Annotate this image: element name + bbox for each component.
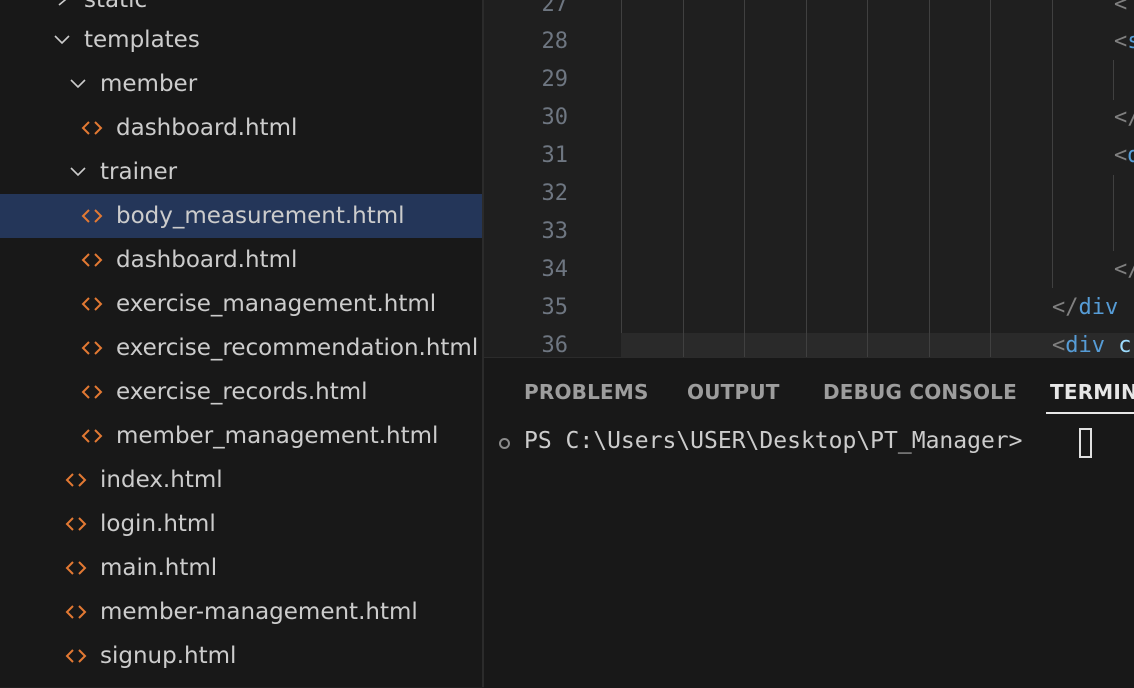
tree-file-label: signup.html [100,643,237,669]
html-file-icon [80,326,104,370]
tree-folder-label: trainer [100,159,178,185]
tree-file-signup[interactable]: signup.html [0,634,482,678]
active-tab-indicator [1046,412,1134,414]
html-file-icon [80,194,104,238]
tree-file-label: exercise_records.html [116,379,368,405]
tree-file-label: dashboard.html [116,115,298,141]
chevron-down-icon [66,150,90,194]
terminal-cursor [1079,428,1092,458]
tree-file-label: login.html [100,511,216,537]
tree-file-label: index.html [100,467,223,493]
tree-folder-templates[interactable]: templates [0,18,482,62]
line-number: 32 [541,181,569,206]
code-token: c [1118,333,1132,357]
tab-terminal[interactable]: TERMIN [1050,380,1134,404]
tree-file-exercise-recommendation[interactable]: exercise_recommendation.html [0,326,482,370]
code-line-34: </ [1114,251,1134,289]
tree-file-member-management-root[interactable]: member-management.html [0,590,482,634]
tree-folder-trainer[interactable]: trainer [0,150,482,194]
indent-guide [1052,0,1053,288]
html-file-icon [80,282,104,326]
tree-file-exercise-management[interactable]: exercise_management.html [0,282,482,326]
explorer-sidebar: static templates member dashboard.html t… [0,0,482,687]
html-file-icon [80,370,104,414]
code-token: </ [1114,105,1134,130]
html-file-icon [80,238,104,282]
html-file-icon [64,590,88,634]
tree-folder-label: member [100,71,198,97]
tree-file-member-management[interactable]: member_management.html [0,414,482,458]
html-file-icon [64,502,88,546]
tab-problems[interactable]: PROBLEMS [524,380,649,404]
command-status-circle-icon[interactable] [499,438,510,449]
line-number: 27 [541,0,569,17]
tree-file-label: exercise_management.html [116,291,437,317]
line-number: 31 [541,143,569,168]
indent-guide [990,0,991,357]
chevron-down-icon [66,62,90,106]
html-file-icon [64,634,88,678]
tree-file-label: exercise_recommendation.html [116,335,479,361]
code-line-36: <div c [1052,327,1132,357]
tree-file-label: member-management.html [100,599,418,625]
line-number: 33 [541,219,569,244]
line-number: 29 [541,67,569,92]
code-line-35: </div [1052,289,1118,327]
tree-file-label: main.html [100,555,218,581]
code-token: d [1127,143,1134,168]
code-line-27: < [1114,0,1127,24]
tab-debug-console[interactable]: DEBUG CONSOLE [823,380,1017,404]
tree-file-member-dashboard[interactable]: dashboard.html [0,106,482,150]
tree-folder-member[interactable]: member [0,62,482,106]
code-token: div [1065,333,1105,357]
indent-guide [929,0,930,357]
tree-file-label: member_management.html [116,423,439,449]
tree-file-exercise-records[interactable]: exercise_records.html [0,370,482,414]
tree-file-main[interactable]: main.html [0,546,482,590]
indent-guide [867,0,868,357]
line-number: 35 [541,295,569,320]
tree-file-login[interactable]: login.html [0,502,482,546]
code-line-31: <d [1114,137,1134,175]
code-token: < [1052,333,1066,357]
line-number: 34 [541,257,569,282]
tree-file-index[interactable]: index.html [0,458,482,502]
indent-guide [621,0,622,333]
html-file-icon [80,106,104,150]
code-token: < [1114,29,1128,54]
terminal-prompt: PS C:\Users\USER\Desktop\PT_Manager> [524,428,1037,454]
indent-guide [683,0,684,357]
indent-guide [806,0,807,357]
bottom-panel: PROBLEMS OUTPUT DEBUG CONSOLE TERMIN PS … [484,357,1134,688]
indent-guide [744,0,745,357]
tree-file-label: dashboard.html [116,247,298,273]
html-file-icon [64,458,88,502]
indent-guide [1113,60,1114,100]
tab-output[interactable]: OUTPUT [687,380,780,404]
indent-guide [1113,175,1114,251]
tree-file-trainer-dashboard[interactable]: dashboard.html [0,238,482,282]
line-number: 28 [541,29,569,54]
code-token: < [1114,143,1128,168]
tree-file-label: body_measurement.html [116,203,405,229]
code-line-28: <s [1114,23,1134,61]
html-file-icon [64,546,88,590]
code-token: < [1114,0,1128,17]
chevron-down-icon [50,18,74,62]
tree-file-body-measurement[interactable]: body_measurement.html [0,194,482,238]
code-line-30: </ [1114,99,1134,137]
code-token: div [1078,295,1119,320]
tree-folder-label: templates [84,27,200,53]
line-number: 30 [541,105,569,130]
html-file-icon [80,414,104,458]
code-token: </ [1114,257,1134,282]
code-editor[interactable]: 27 28 29 30 31 32 33 34 35 36 < <s </ <d… [484,0,1134,357]
code-token: s [1127,29,1134,54]
line-number: 36 [541,333,569,357]
code-token: </ [1052,295,1079,320]
